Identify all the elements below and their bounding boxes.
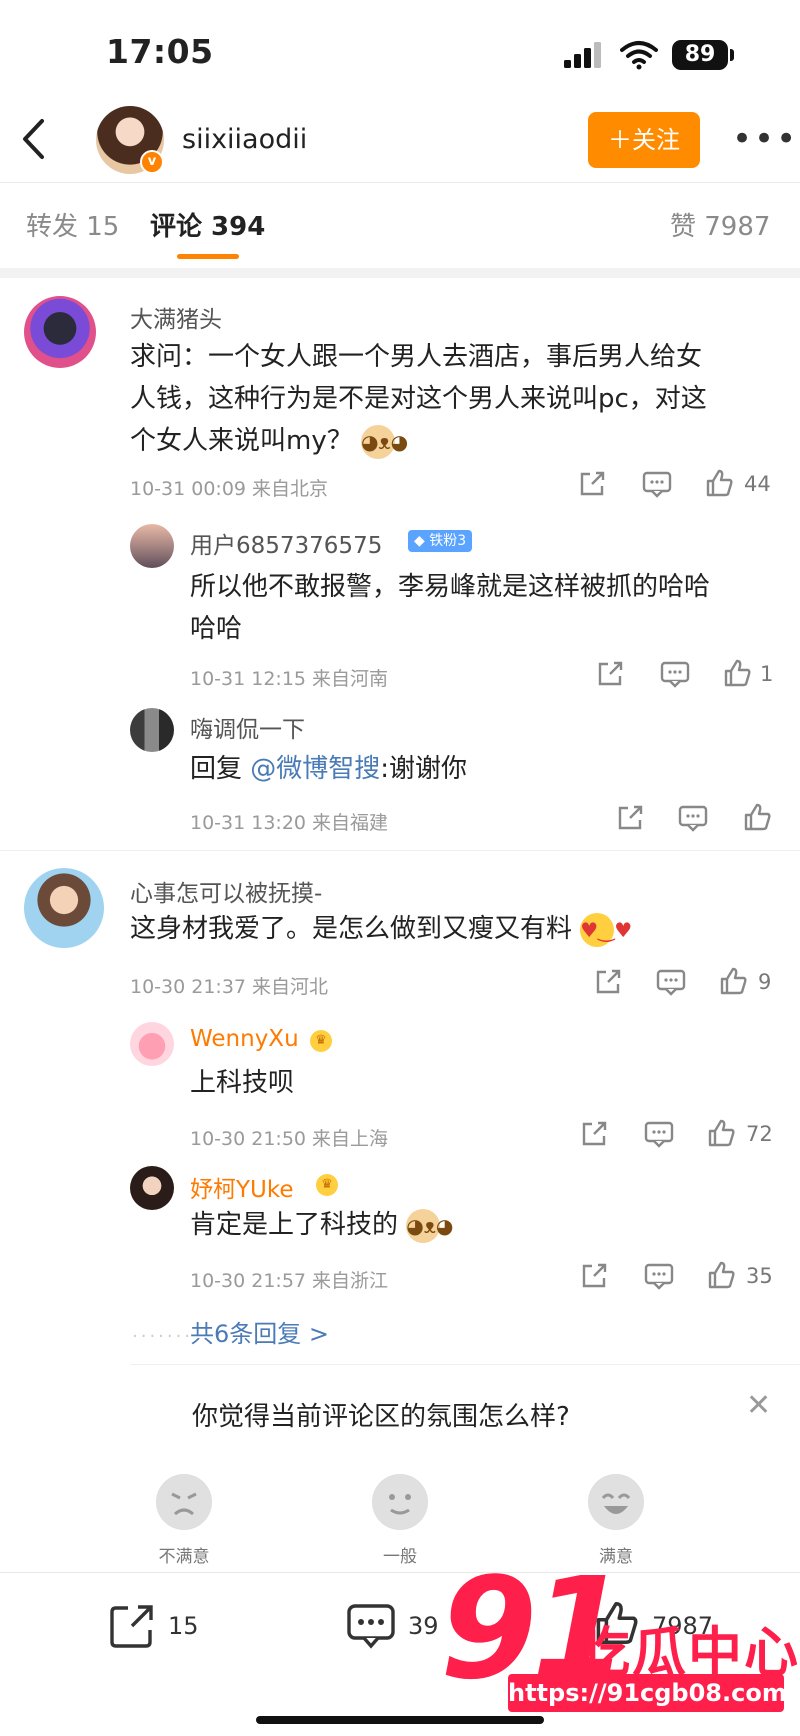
avatar[interactable] xyxy=(130,1166,174,1210)
header-divider xyxy=(0,182,800,183)
heart-eyes-emoji-icon: ♥‿♥ xyxy=(580,912,632,947)
comment-icon[interactable] xyxy=(644,1120,674,1148)
tab-active-indicator xyxy=(177,254,239,259)
like-icon[interactable] xyxy=(704,468,734,498)
reply-meta: 10-30 21:57 来自浙江 xyxy=(190,1270,389,1292)
comment-text: 求问：一个女人跟一个男人去酒店，事后男人给女 人钱，这种行为是不是对这个男人来说… xyxy=(130,336,770,462)
reply-prefix: 回复 xyxy=(190,754,243,784)
reply-text-line: 哈哈 xyxy=(190,614,243,644)
tab-likes[interactable]: 赞 7987 xyxy=(670,206,770,243)
tab-reposts[interactable]: 转发 15 xyxy=(26,206,119,243)
battery-cap xyxy=(730,49,734,61)
crown-badge-icon: ♛ xyxy=(316,1174,338,1196)
reply-username[interactable]: 妤柯YUke xyxy=(190,1170,294,1204)
back-icon[interactable] xyxy=(20,118,46,160)
like-count: 9 xyxy=(758,970,772,994)
fan-level-badge: ◆ 铁粉3 xyxy=(408,530,473,552)
tabs-divider xyxy=(0,268,800,278)
avatar[interactable] xyxy=(130,524,174,568)
share-icon[interactable] xyxy=(580,1262,608,1290)
tab-comments[interactable]: 评论 394 xyxy=(150,206,265,243)
reply-text: 肯定是上了科技的 ◕ᴥ◕ xyxy=(190,1204,453,1246)
avatar[interactable] xyxy=(24,296,96,368)
like-count: 44 xyxy=(744,472,771,496)
more-options-icon[interactable]: ••• xyxy=(732,119,798,159)
comment-icon[interactable] xyxy=(678,804,708,832)
reply-meta: 10-31 12:15 来自河南 xyxy=(190,668,389,690)
comment-meta: 10-30 21:37 来自河北 xyxy=(130,976,329,998)
comment-text-line: 人钱，这种行为是不是对这个男人来说叫pc，对这 xyxy=(130,384,707,414)
comment-text-line: 个女人来说叫my？ xyxy=(130,426,353,456)
comment-meta: 10-31 00:09 来自北京 xyxy=(130,478,329,500)
like-icon[interactable] xyxy=(722,658,752,688)
feedback-option-label[interactable]: 不满意 xyxy=(124,1542,244,1567)
share-icon[interactable] xyxy=(594,968,622,996)
comment-text: 这身材我爱了。是怎么做到又瘦又有料 ♥‿♥ xyxy=(130,908,632,950)
reply-username[interactable]: 用户6857376575 xyxy=(190,526,382,560)
comment-body: 这身材我爱了。是怎么做到又瘦又有料 xyxy=(130,914,573,944)
like-icon[interactable] xyxy=(706,1118,736,1148)
mention-link[interactable]: @微博智搜 xyxy=(250,754,380,784)
follow-button[interactable]: ＋关注 xyxy=(588,112,700,168)
like-icon[interactable] xyxy=(706,1260,736,1290)
repost-count: 15 xyxy=(168,1612,199,1640)
close-icon[interactable]: ✕ xyxy=(746,1388,771,1423)
share-icon[interactable] xyxy=(580,1120,608,1148)
like-count: 35 xyxy=(746,1264,773,1288)
feedback-question: 你觉得当前评论区的氛围怎么样? xyxy=(192,1402,570,1432)
section-divider xyxy=(130,1364,800,1365)
reply-text: 上科技呗 xyxy=(190,1068,295,1098)
doge-emoji-icon: ◕ᴥ◕ xyxy=(406,1208,453,1243)
wifi-icon xyxy=(620,40,658,70)
unsatisfied-face-icon[interactable] xyxy=(156,1474,212,1530)
satisfied-face-icon[interactable] xyxy=(588,1474,644,1530)
avatar[interactable] xyxy=(130,1022,174,1066)
reply-meta: 10-30 21:50 来自上海 xyxy=(190,1128,389,1150)
reply-username[interactable]: WennyXu xyxy=(190,1026,299,1052)
author-username[interactable]: siixiiaodii xyxy=(182,124,307,155)
comment-username[interactable]: 心事怎可以被抚摸- xyxy=(130,874,322,908)
repost-icon[interactable] xyxy=(108,1602,156,1650)
dotted-leader: ······· xyxy=(132,1326,194,1347)
comment-icon[interactable] xyxy=(656,968,686,996)
share-icon[interactable] xyxy=(616,804,644,832)
reply-username[interactable]: 嗨调侃一下 xyxy=(190,710,305,744)
status-time: 17:05 xyxy=(106,32,214,71)
reply-body: 肯定是上了科技的 xyxy=(190,1210,399,1240)
like-icon[interactable] xyxy=(718,966,748,996)
bottom-bar-divider xyxy=(0,1572,800,1573)
comment-count: 39 xyxy=(408,1612,439,1640)
like-count: 1 xyxy=(760,662,774,686)
comment-icon[interactable] xyxy=(644,1262,674,1290)
neutral-face-icon[interactable] xyxy=(372,1474,428,1530)
comment-icon[interactable] xyxy=(660,660,690,688)
comment-bar-icon[interactable] xyxy=(346,1602,396,1650)
fan-badge-label: 铁粉3 xyxy=(429,533,467,549)
like-icon[interactable] xyxy=(742,802,772,832)
comment-text-line: 求问：一个女人跟一个男人去酒店，事后男人给女 xyxy=(130,342,703,372)
battery-level: 89 xyxy=(672,40,728,70)
avatar[interactable] xyxy=(130,708,174,752)
watermark-url: https://91cgb08.com xyxy=(508,1674,787,1712)
reply-meta: 10-31 13:20 来自福建 xyxy=(190,812,389,834)
signal-icon xyxy=(564,42,604,68)
avatar[interactable] xyxy=(24,868,104,948)
reply-body: :谢谢你 xyxy=(380,754,468,784)
share-icon[interactable] xyxy=(596,660,624,688)
view-more-replies-link[interactable]: 共6条回复 > xyxy=(190,1314,329,1349)
home-indicator[interactable] xyxy=(256,1716,544,1724)
comment-divider xyxy=(0,850,800,851)
reply-text: 所以他不敢报警，李易峰就是这样被抓的哈哈 哈哈 xyxy=(190,566,770,650)
verified-badge-icon: v xyxy=(140,150,164,174)
share-icon[interactable] xyxy=(578,470,606,498)
reply-text-line: 所以他不敢报警，李易峰就是这样被抓的哈哈 xyxy=(190,572,711,602)
comment-icon[interactable] xyxy=(642,470,672,498)
reply-text: 回复 @微博智搜:谢谢你 xyxy=(190,748,467,790)
comment-username[interactable]: 大满猪头 xyxy=(130,300,222,334)
like-count: 72 xyxy=(746,1122,773,1146)
doge-emoji-icon: ◕ᴥ◕ xyxy=(360,424,408,459)
crown-badge-icon: ♛ xyxy=(310,1030,332,1052)
